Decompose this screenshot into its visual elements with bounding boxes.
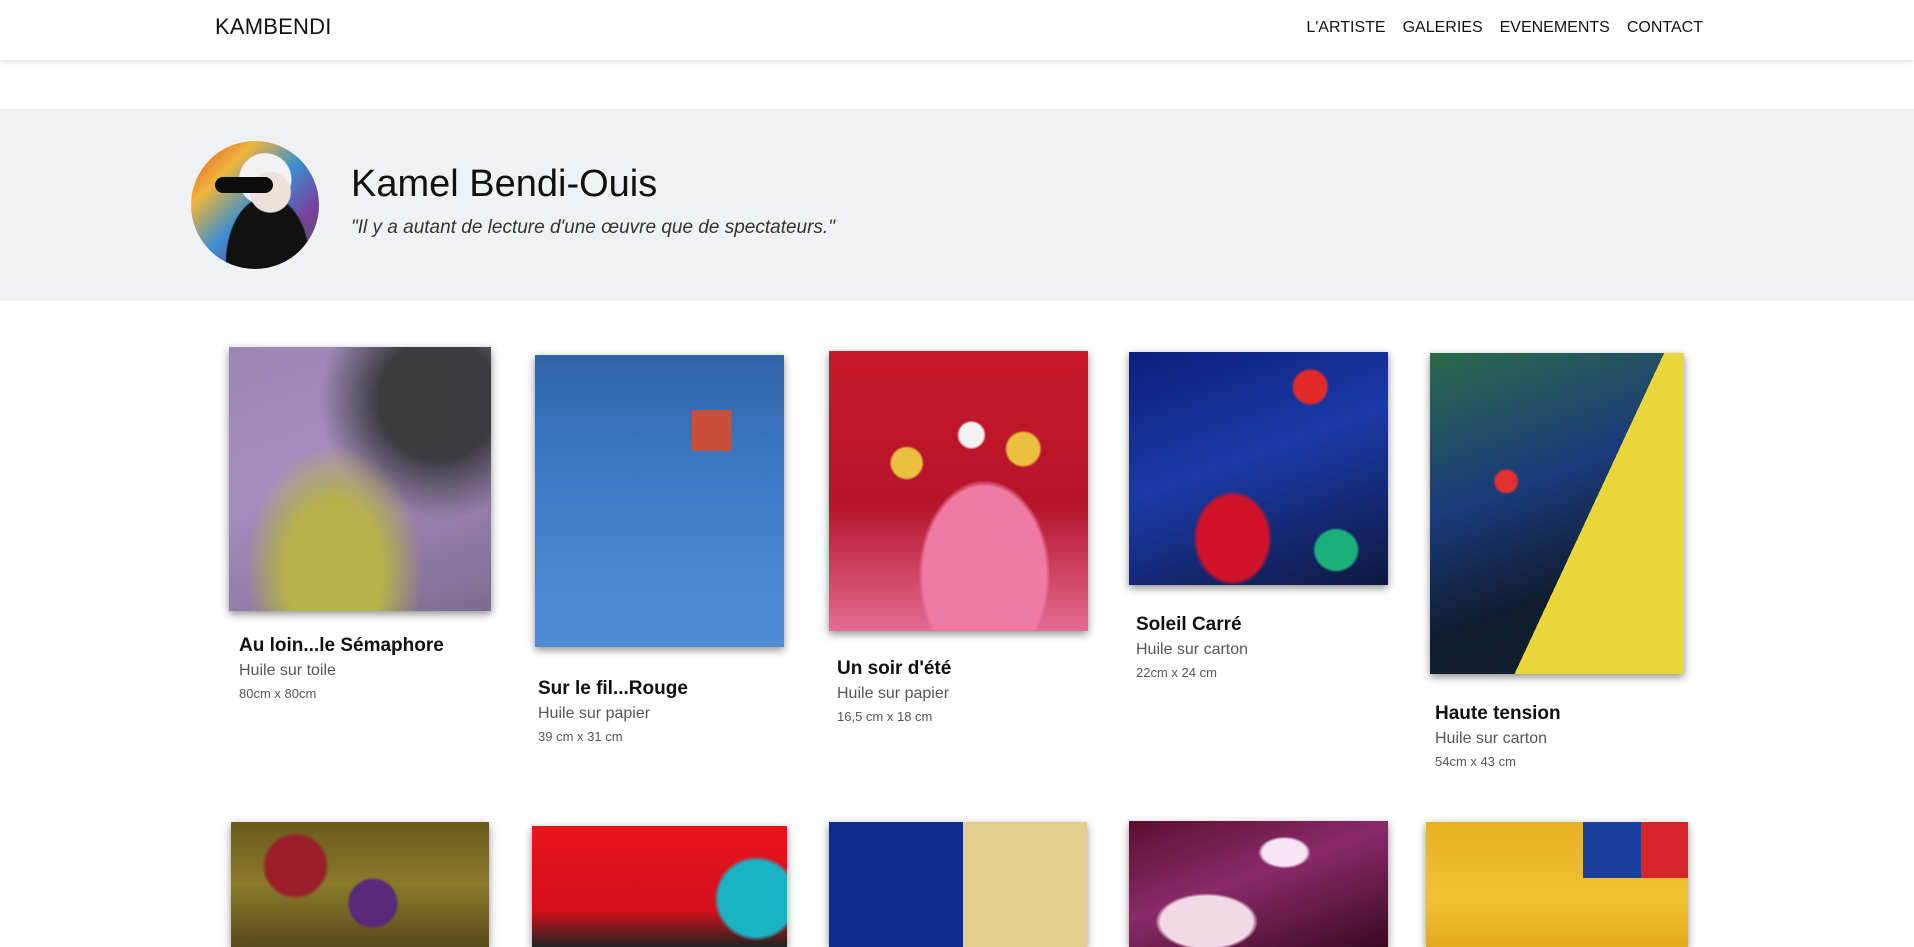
artwork-image[interactable] — [1129, 352, 1388, 585]
artwork-medium: Huile sur papier — [538, 705, 651, 722]
artwork-image[interactable] — [1430, 353, 1684, 674]
artwork-image[interactable] — [532, 826, 787, 947]
artwork-dimensions: 80cm x 80cm — [239, 686, 317, 701]
artwork-title[interactable]: Sur le fil...Rouge — [538, 678, 688, 700]
artist-quote: "Il y a autant de lecture d'une œuvre qu… — [351, 217, 835, 238]
artwork-title[interactable]: Soleil Carré — [1136, 614, 1242, 636]
artwork-title[interactable]: Un soir d'été — [837, 658, 951, 680]
artwork-title[interactable]: Au loin...le Sémaphore — [239, 635, 444, 657]
nav-link-evenements[interactable]: EVENEMENTS — [1500, 19, 1610, 37]
artwork-dimensions: 54cm x 43 cm — [1435, 754, 1516, 769]
nav-link-galeries[interactable]: GALERIES — [1403, 19, 1483, 37]
brand-logo-link[interactable]: KAMBENDI — [215, 14, 332, 40]
artwork-dimensions: 16,5 cm x 18 cm — [837, 709, 933, 724]
nav-link-contact[interactable]: CONTACT — [1627, 19, 1703, 37]
artwork-medium: Huile sur papier — [837, 685, 950, 702]
artwork-image[interactable] — [229, 347, 491, 611]
artwork-medium: Huile sur carton — [1435, 730, 1548, 747]
artist-header: Kamel Bendi-Ouis "Il y a autant de lectu… — [0, 109, 1914, 301]
artist-name: Kamel Bendi-Ouis — [351, 163, 658, 205]
artwork-image[interactable] — [231, 822, 489, 947]
sunglasses-shape — [215, 177, 273, 193]
artwork-dimensions: 22cm x 24 cm — [1136, 665, 1217, 680]
artwork-medium: Huile sur toile — [239, 662, 336, 679]
artwork-image[interactable] — [1426, 822, 1688, 947]
nav-link-artiste[interactable]: L'ARTISTE — [1306, 19, 1385, 37]
artist-avatar — [191, 141, 319, 269]
artwork-image[interactable] — [829, 822, 1087, 947]
nav-menu: L'ARTISTE GALERIES EVENEMENTS CONTACT — [1306, 19, 1703, 37]
artwork-medium: Huile sur carton — [1136, 641, 1249, 658]
artwork-dimensions: 39 cm x 31 cm — [538, 729, 623, 744]
top-navbar: KAMBENDI L'ARTISTE GALERIES EVENEMENTS C… — [0, 0, 1914, 60]
artwork-image[interactable] — [829, 351, 1088, 631]
artwork-image[interactable] — [535, 355, 784, 647]
artwork-title[interactable]: Haute tension — [1435, 703, 1561, 725]
artwork-image[interactable] — [1129, 821, 1388, 947]
